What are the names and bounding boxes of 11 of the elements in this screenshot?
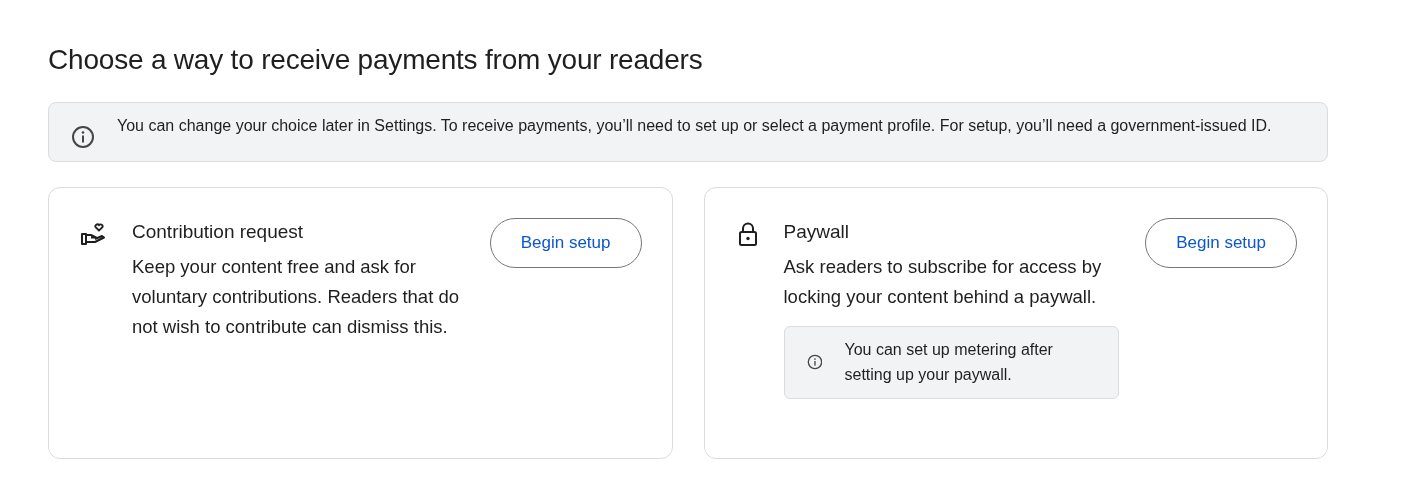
begin-setup-button[interactable]: Begin setup [489, 218, 642, 268]
page-title: Choose a way to receive payments from your readers [48, 44, 704, 76]
option-title: Paywall [783, 220, 850, 244]
option-description: Keep your content free and ask for voluntary contributions. Readers that do not wish to contribute can dismiss this. [132, 255, 461, 339]
option-description: Ask readers to subscribe for access by locking your content behind a paywall. [783, 255, 1103, 309]
begin-setup-button[interactable]: Begin setup [1145, 218, 1297, 268]
option-title: Contribution request [132, 220, 305, 244]
note-text: You can set up metering after setting up your paywall. [844, 340, 1054, 385]
info-icon [71, 125, 95, 149]
banner-text: You can change your choice later in Settings. To receive payments, you’ll need to set up or select a payment profile. For setup, you’ll need a government-issued ID. [117, 116, 1272, 136]
hand-heart-icon [80, 221, 108, 247]
